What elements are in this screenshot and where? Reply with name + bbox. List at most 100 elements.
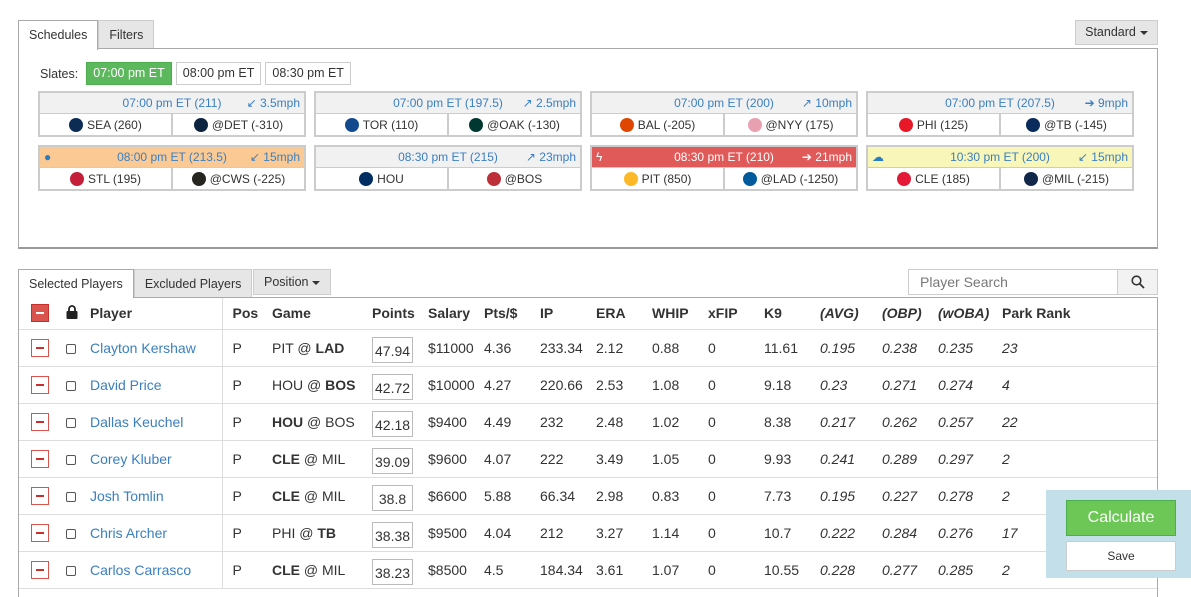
cell-woba: 0.285 xyxy=(938,551,1002,589)
cell-k9: 7.73 xyxy=(764,477,820,515)
cell-era: 2.12 xyxy=(596,329,652,367)
col-obp[interactable]: (OBP) xyxy=(882,298,938,330)
lock-checkbox[interactable] xyxy=(66,491,76,502)
cell-pts-per-dollar: 4.07 xyxy=(484,440,540,478)
points-input[interactable]: 38.8 xyxy=(372,484,413,511)
cell-obp: 0.262 xyxy=(882,403,938,441)
points-input[interactable]: 42.72 xyxy=(372,373,414,400)
slate-button-0830[interactable]: 08:30 pm ET xyxy=(265,62,351,85)
game-teams: CLE (185) @MIL (-215) xyxy=(868,167,1132,189)
lock-checkbox[interactable] xyxy=(66,565,76,576)
dodgers-logo-icon xyxy=(742,171,757,186)
col-ip[interactable]: IP xyxy=(540,298,596,330)
rain-drop-icon: ● xyxy=(44,150,52,164)
tab-filters[interactable]: Filters xyxy=(98,20,155,49)
game-card[interactable]: ☁ 10:30 pm ET (200) ↙ 15mph CLE (185) @M… xyxy=(866,145,1134,191)
cell-game: CLE @ MIL xyxy=(272,551,372,589)
player-search-input[interactable] xyxy=(908,269,1118,295)
search-button[interactable] xyxy=(1118,269,1158,295)
cell-salary: $9600 xyxy=(428,440,484,478)
col-points[interactable]: Points xyxy=(372,298,428,330)
exclude-player-button[interactable] xyxy=(31,523,49,542)
game-header: ● 08:00 pm ET (213.5) ↙ 15mph xyxy=(40,147,304,167)
wind-speed: ↙ 15mph xyxy=(249,150,300,164)
game-card[interactable]: 07:00 pm ET (200) ↗ 10mph BAL (-205) @NY… xyxy=(590,91,858,137)
player-name-link[interactable]: Chris Archer xyxy=(90,525,167,541)
exclude-player-button[interactable] xyxy=(31,449,49,468)
games-grid: 07:00 pm ET (211) ↙ 3.5mph SEA (260) @DE… xyxy=(38,91,1134,191)
exclude-player-button[interactable] xyxy=(31,560,49,579)
lock-checkbox[interactable] xyxy=(66,417,76,428)
col-era[interactable]: ERA xyxy=(596,298,652,330)
col-whip[interactable]: WHIP xyxy=(652,298,708,330)
cell-park-rank: 4 xyxy=(1002,366,1157,404)
cell-pts-per-dollar: 4.5 xyxy=(484,551,540,589)
col-woba[interactable]: (wOBA) xyxy=(938,298,1002,330)
col-avg[interactable]: (AVG) xyxy=(820,298,882,330)
wind-speed: ➔ 21mph xyxy=(801,150,852,164)
col-game[interactable]: Game xyxy=(272,298,372,330)
points-input[interactable]: 38.38 xyxy=(372,521,414,548)
col-pos[interactable]: Pos xyxy=(222,298,272,330)
standard-dropdown[interactable]: Standard xyxy=(1075,20,1158,45)
tab-selected-players[interactable]: Selected Players xyxy=(18,269,134,298)
lock-checkbox[interactable] xyxy=(66,454,76,465)
game-card[interactable]: 08:30 pm ET (215) ↗ 23mph HOU @BOS xyxy=(314,145,582,191)
player-name-link[interactable]: Dallas Keuchel xyxy=(90,414,183,430)
exclude-player-button[interactable] xyxy=(31,338,49,357)
team-home: PIT (850) xyxy=(592,168,723,189)
cell-ip: 233.34 xyxy=(540,329,596,367)
cell-k9: 11.61 xyxy=(764,329,820,367)
game-card[interactable]: 07:00 pm ET (207.5) ➔ 9mph PHI (125) @TB… xyxy=(866,91,1134,137)
player-name-link[interactable]: Clayton Kershaw xyxy=(90,340,196,356)
caret-down-icon xyxy=(1139,30,1148,35)
cell-park-rank: 22 xyxy=(1002,403,1157,441)
col-pts-per-dollar[interactable]: Pts/$ xyxy=(484,298,540,330)
col-player[interactable]: Player xyxy=(90,298,223,330)
game-card[interactable]: ● 08:00 pm ET (213.5) ↙ 15mph STL (195) … xyxy=(38,145,306,191)
cell-park-rank: 2 xyxy=(1002,440,1157,478)
exclude-player-button[interactable] xyxy=(31,412,49,431)
slate-button-0700[interactable]: 07:00 pm ET xyxy=(86,62,172,85)
team-home: STL (195) xyxy=(40,168,171,189)
cloud-icon: ☁ xyxy=(872,150,884,164)
player-name-link[interactable]: Carlos Carrasco xyxy=(90,562,191,578)
points-input[interactable]: 39.09 xyxy=(372,447,414,474)
cell-pos: P xyxy=(222,329,272,367)
exclude-player-button[interactable] xyxy=(31,375,49,394)
position-dropdown[interactable]: Position xyxy=(253,269,332,295)
points-input[interactable]: 38.23 xyxy=(372,558,414,585)
points-input[interactable]: 42.18 xyxy=(372,410,414,437)
cell-avg: 0.23 xyxy=(820,366,882,404)
tab-schedules[interactable]: Schedules xyxy=(18,20,99,50)
cell-obp: 0.271 xyxy=(882,366,938,404)
cell-era: 2.98 xyxy=(596,477,652,515)
col-k9[interactable]: K9 xyxy=(764,298,820,330)
lock-checkbox[interactable] xyxy=(66,343,76,354)
player-name-link[interactable]: Josh Tomlin xyxy=(90,488,164,504)
cell-woba: 0.297 xyxy=(938,440,1002,478)
player-name-link[interactable]: Corey Kluber xyxy=(90,451,172,467)
slate-button-0800[interactable]: 08:00 pm ET xyxy=(175,62,262,85)
arrow-up-right-icon: ↗ xyxy=(522,96,533,110)
tab-excluded-players[interactable]: Excluded Players xyxy=(133,269,253,298)
exclude-all-button[interactable] xyxy=(31,304,49,323)
game-card[interactable]: 07:00 pm ET (211) ↙ 3.5mph SEA (260) @DE… xyxy=(38,91,306,137)
lock-checkbox[interactable] xyxy=(66,380,76,391)
player-name-link[interactable]: David Price xyxy=(90,377,162,393)
save-button[interactable]: Save xyxy=(1066,541,1176,571)
game-card[interactable]: 07:00 pm ET (197.5) ↗ 2.5mph TOR (110) @… xyxy=(314,91,582,137)
exclude-player-button[interactable] xyxy=(31,486,49,505)
col-salary[interactable]: Salary xyxy=(428,298,484,330)
cardinals-logo-icon xyxy=(70,171,85,186)
lock-checkbox[interactable] xyxy=(66,528,76,539)
game-card[interactable]: ϟ 08:30 pm ET (210) ➔ 21mph PIT (850) @L… xyxy=(590,145,858,191)
col-xfip[interactable]: xFIP xyxy=(708,298,764,330)
top-tabs: Schedules Filters xyxy=(18,20,155,50)
calculate-button[interactable]: Calculate xyxy=(1066,500,1176,536)
cell-pos: P xyxy=(222,551,272,589)
game-teams: TOR (110) @OAK (-130) xyxy=(316,113,580,135)
team-home: PHI (125) xyxy=(868,114,999,135)
points-input[interactable]: 47.94 xyxy=(372,336,414,363)
col-park-rank[interactable]: Park Rank xyxy=(1002,298,1157,330)
